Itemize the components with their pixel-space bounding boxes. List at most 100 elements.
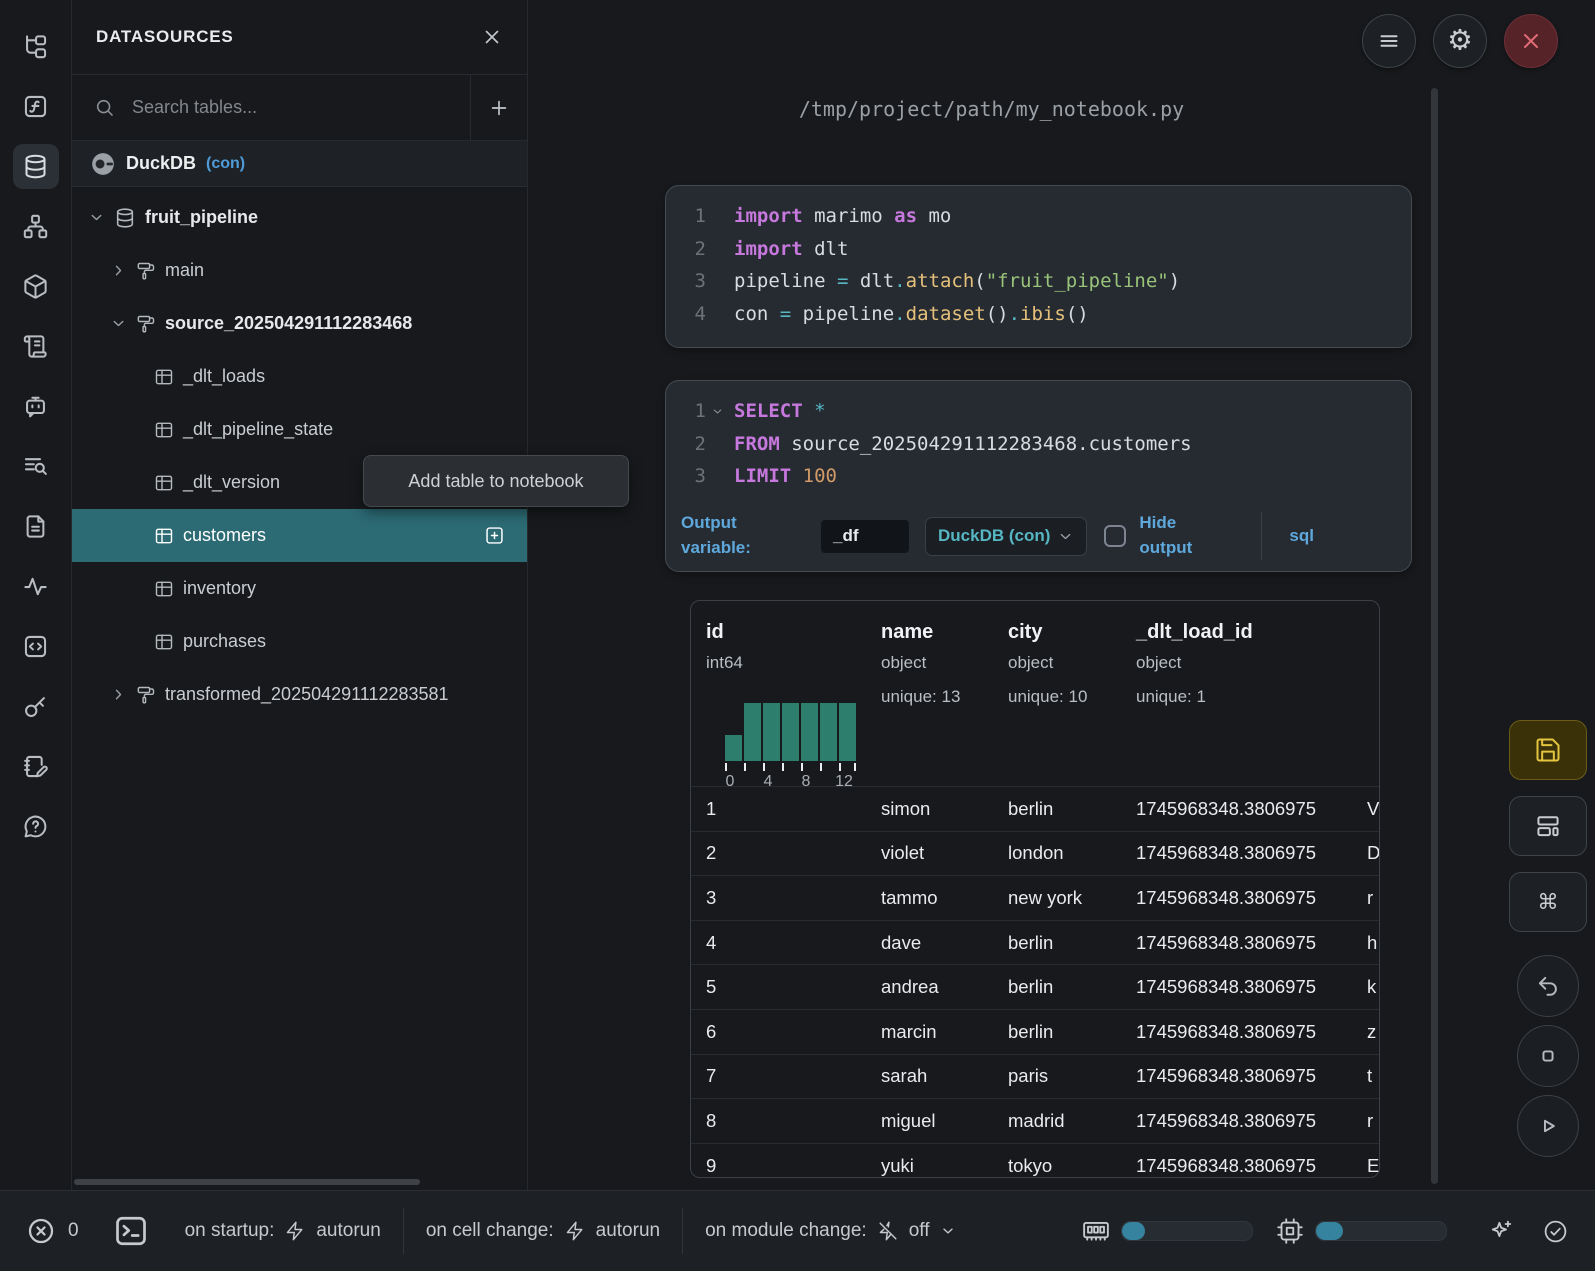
undo-button[interactable]: [1517, 955, 1579, 1017]
table-grid-icon: [154, 526, 174, 546]
table-cell: new york: [1008, 887, 1082, 909]
runtime-setting-on-cell-change[interactable]: on cell change:autorun: [426, 1220, 660, 1242]
rail-item-dependencies[interactable]: [13, 204, 59, 249]
rail-item-file-text[interactable]: [13, 504, 59, 549]
svg-text:⌘: ⌘: [1537, 890, 1558, 914]
runtime-setting-on-startup[interactable]: on startup:autorun: [185, 1220, 381, 1242]
rail-item-key[interactable]: [13, 684, 59, 729]
tree-item-fruit_pipeline[interactable]: fruit_pipeline: [72, 191, 527, 244]
rail-item-activity[interactable]: [13, 564, 59, 609]
add-table-button[interactable]: [484, 525, 505, 546]
gear-button[interactable]: ⚙: [1433, 14, 1487, 68]
table-cell: 9: [706, 1155, 716, 1177]
table-grid-icon: [154, 632, 174, 652]
column-dtype: int64: [706, 653, 743, 673]
schema-icon: [136, 261, 156, 281]
tree-item-transformed_202504291112283581[interactable]: transformed_202504291112283581: [72, 668, 527, 721]
tree-item-label: _dlt_loads: [183, 366, 265, 387]
python-cell[interactable]: 1import marimo as mo2import dlt3pipeline…: [665, 185, 1412, 348]
rail-item-help-bubble[interactable]: [13, 804, 59, 849]
output-variable-input[interactable]: _df: [821, 520, 909, 553]
rail-item-database[interactable]: [13, 144, 59, 189]
chevron-down-icon[interactable]: [88, 209, 105, 226]
datasources-panel: DATASOURCES DuckDB (con) fruit_pipelinem…: [72, 0, 528, 1190]
rail-item-notebook-pen[interactable]: [13, 744, 59, 789]
command-button[interactable]: ⌘: [1509, 872, 1587, 932]
table-cell: madrid: [1008, 1110, 1065, 1132]
play-button[interactable]: [1517, 1095, 1579, 1157]
error-indicator[interactable]: 0: [26, 1216, 79, 1246]
tree-item-purchases[interactable]: purchases: [72, 615, 527, 668]
table-grid-icon: [154, 367, 174, 387]
notebook-scrollbar[interactable]: [1431, 88, 1438, 1184]
add-datasource-button[interactable]: [471, 75, 527, 140]
rail-item-functions[interactable]: [13, 84, 59, 129]
chevron-down-icon[interactable]: [110, 315, 127, 332]
table-cell: 1745968348.3806975: [1136, 1021, 1316, 1043]
setting-label: on startup:: [185, 1220, 275, 1242]
tree-item-_dlt_loads[interactable]: _dlt_loads: [72, 350, 527, 403]
line-number: 1: [666, 395, 706, 428]
fold-toggle[interactable]: [706, 395, 728, 428]
close-x-button[interactable]: [1504, 14, 1558, 68]
code-line: 4con = pipeline.dataset().ibis(): [666, 298, 1411, 331]
tree-item-inventory[interactable]: inventory: [72, 562, 527, 615]
python-code-editor[interactable]: 1import marimo as mo2import dlt3pipeline…: [666, 186, 1411, 330]
dependencies-icon: [22, 213, 49, 240]
chevron-down-icon: [711, 405, 724, 418]
table-cell: 1745968348.3806975: [1136, 1065, 1316, 1087]
chevron-down-icon: [940, 1223, 956, 1239]
terminal-icon: [113, 1213, 149, 1249]
table-row: 9yukitokyo1745968348.3806975E: [691, 1143, 1379, 1178]
chevron-right-icon: [110, 686, 127, 703]
check-circle-button[interactable]: [1542, 1218, 1569, 1245]
column-header-_dlt_load_id[interactable]: _dlt_load_id: [1136, 621, 1253, 644]
panel-horizontal-scrollbar[interactable]: [74, 1179, 420, 1185]
rail-item-bot[interactable]: [13, 384, 59, 429]
tree-item-customers[interactable]: customers: [72, 509, 527, 562]
sql-cell[interactable]: 1SELECT *2FROM source_202504291112283468…: [665, 380, 1412, 572]
rail-item-package[interactable]: [13, 264, 59, 309]
file-text-icon: [22, 513, 49, 540]
chevron-right-icon[interactable]: [110, 686, 127, 703]
runtime-settings: on startup:autorun on cell change:autorun…: [185, 1208, 956, 1254]
rail-item-list-search[interactable]: [13, 444, 59, 489]
engine-select[interactable]: DuckDB (con): [925, 517, 1087, 556]
table-cell: 6: [706, 1021, 716, 1043]
runtime-setting-on-module-change[interactable]: on module change:off: [705, 1220, 955, 1242]
hide-output-checkbox[interactable]: [1104, 525, 1126, 547]
rail-item-code-square[interactable]: [13, 624, 59, 669]
rail-item-scroll[interactable]: [13, 324, 59, 369]
close-panel-button[interactable]: [481, 26, 503, 48]
sparkles-button[interactable]: [1487, 1218, 1514, 1245]
tree-item-main[interactable]: main: [72, 244, 527, 297]
histogram-bar: [839, 703, 856, 761]
rail-item-file-tree[interactable]: [13, 24, 59, 69]
cpu-usage-bar: [1315, 1221, 1447, 1241]
save-button[interactable]: [1509, 720, 1587, 780]
table-cell: berlin: [1008, 1021, 1053, 1043]
memory-icon: [1081, 1216, 1111, 1246]
zap-icon: [564, 1220, 586, 1242]
schema-icon: [136, 314, 156, 334]
column-header-id[interactable]: id: [706, 621, 724, 644]
tree-item-_dlt_pipeline_state[interactable]: _dlt_pipeline_state: [72, 403, 527, 456]
language-tag[interactable]: sql: [1289, 526, 1314, 546]
terminal-button[interactable]: [113, 1213, 149, 1249]
chevron-right-icon[interactable]: [110, 262, 127, 279]
stop-square-button[interactable]: [1517, 1025, 1579, 1087]
chevron-down-icon: [1057, 528, 1074, 545]
layout-panels-button[interactable]: [1509, 796, 1587, 856]
hamburger-button[interactable]: [1362, 14, 1416, 68]
column-header-name[interactable]: name: [881, 621, 933, 644]
search-input[interactable]: [130, 96, 394, 119]
table-cell: 1745968348.3806975: [1136, 1110, 1316, 1132]
table-cell: r: [1367, 887, 1373, 909]
column-header-city[interactable]: city: [1008, 621, 1042, 644]
connection-row[interactable]: DuckDB (con): [72, 141, 527, 187]
search-field[interactable]: [72, 75, 471, 140]
duckdb-logo-icon: [90, 151, 116, 177]
table-grid-icon: [154, 526, 174, 546]
sql-code-editor[interactable]: 1SELECT *2FROM source_202504291112283468…: [666, 381, 1411, 493]
tree-item-source_202504291112283468[interactable]: source_202504291112283468: [72, 297, 527, 350]
